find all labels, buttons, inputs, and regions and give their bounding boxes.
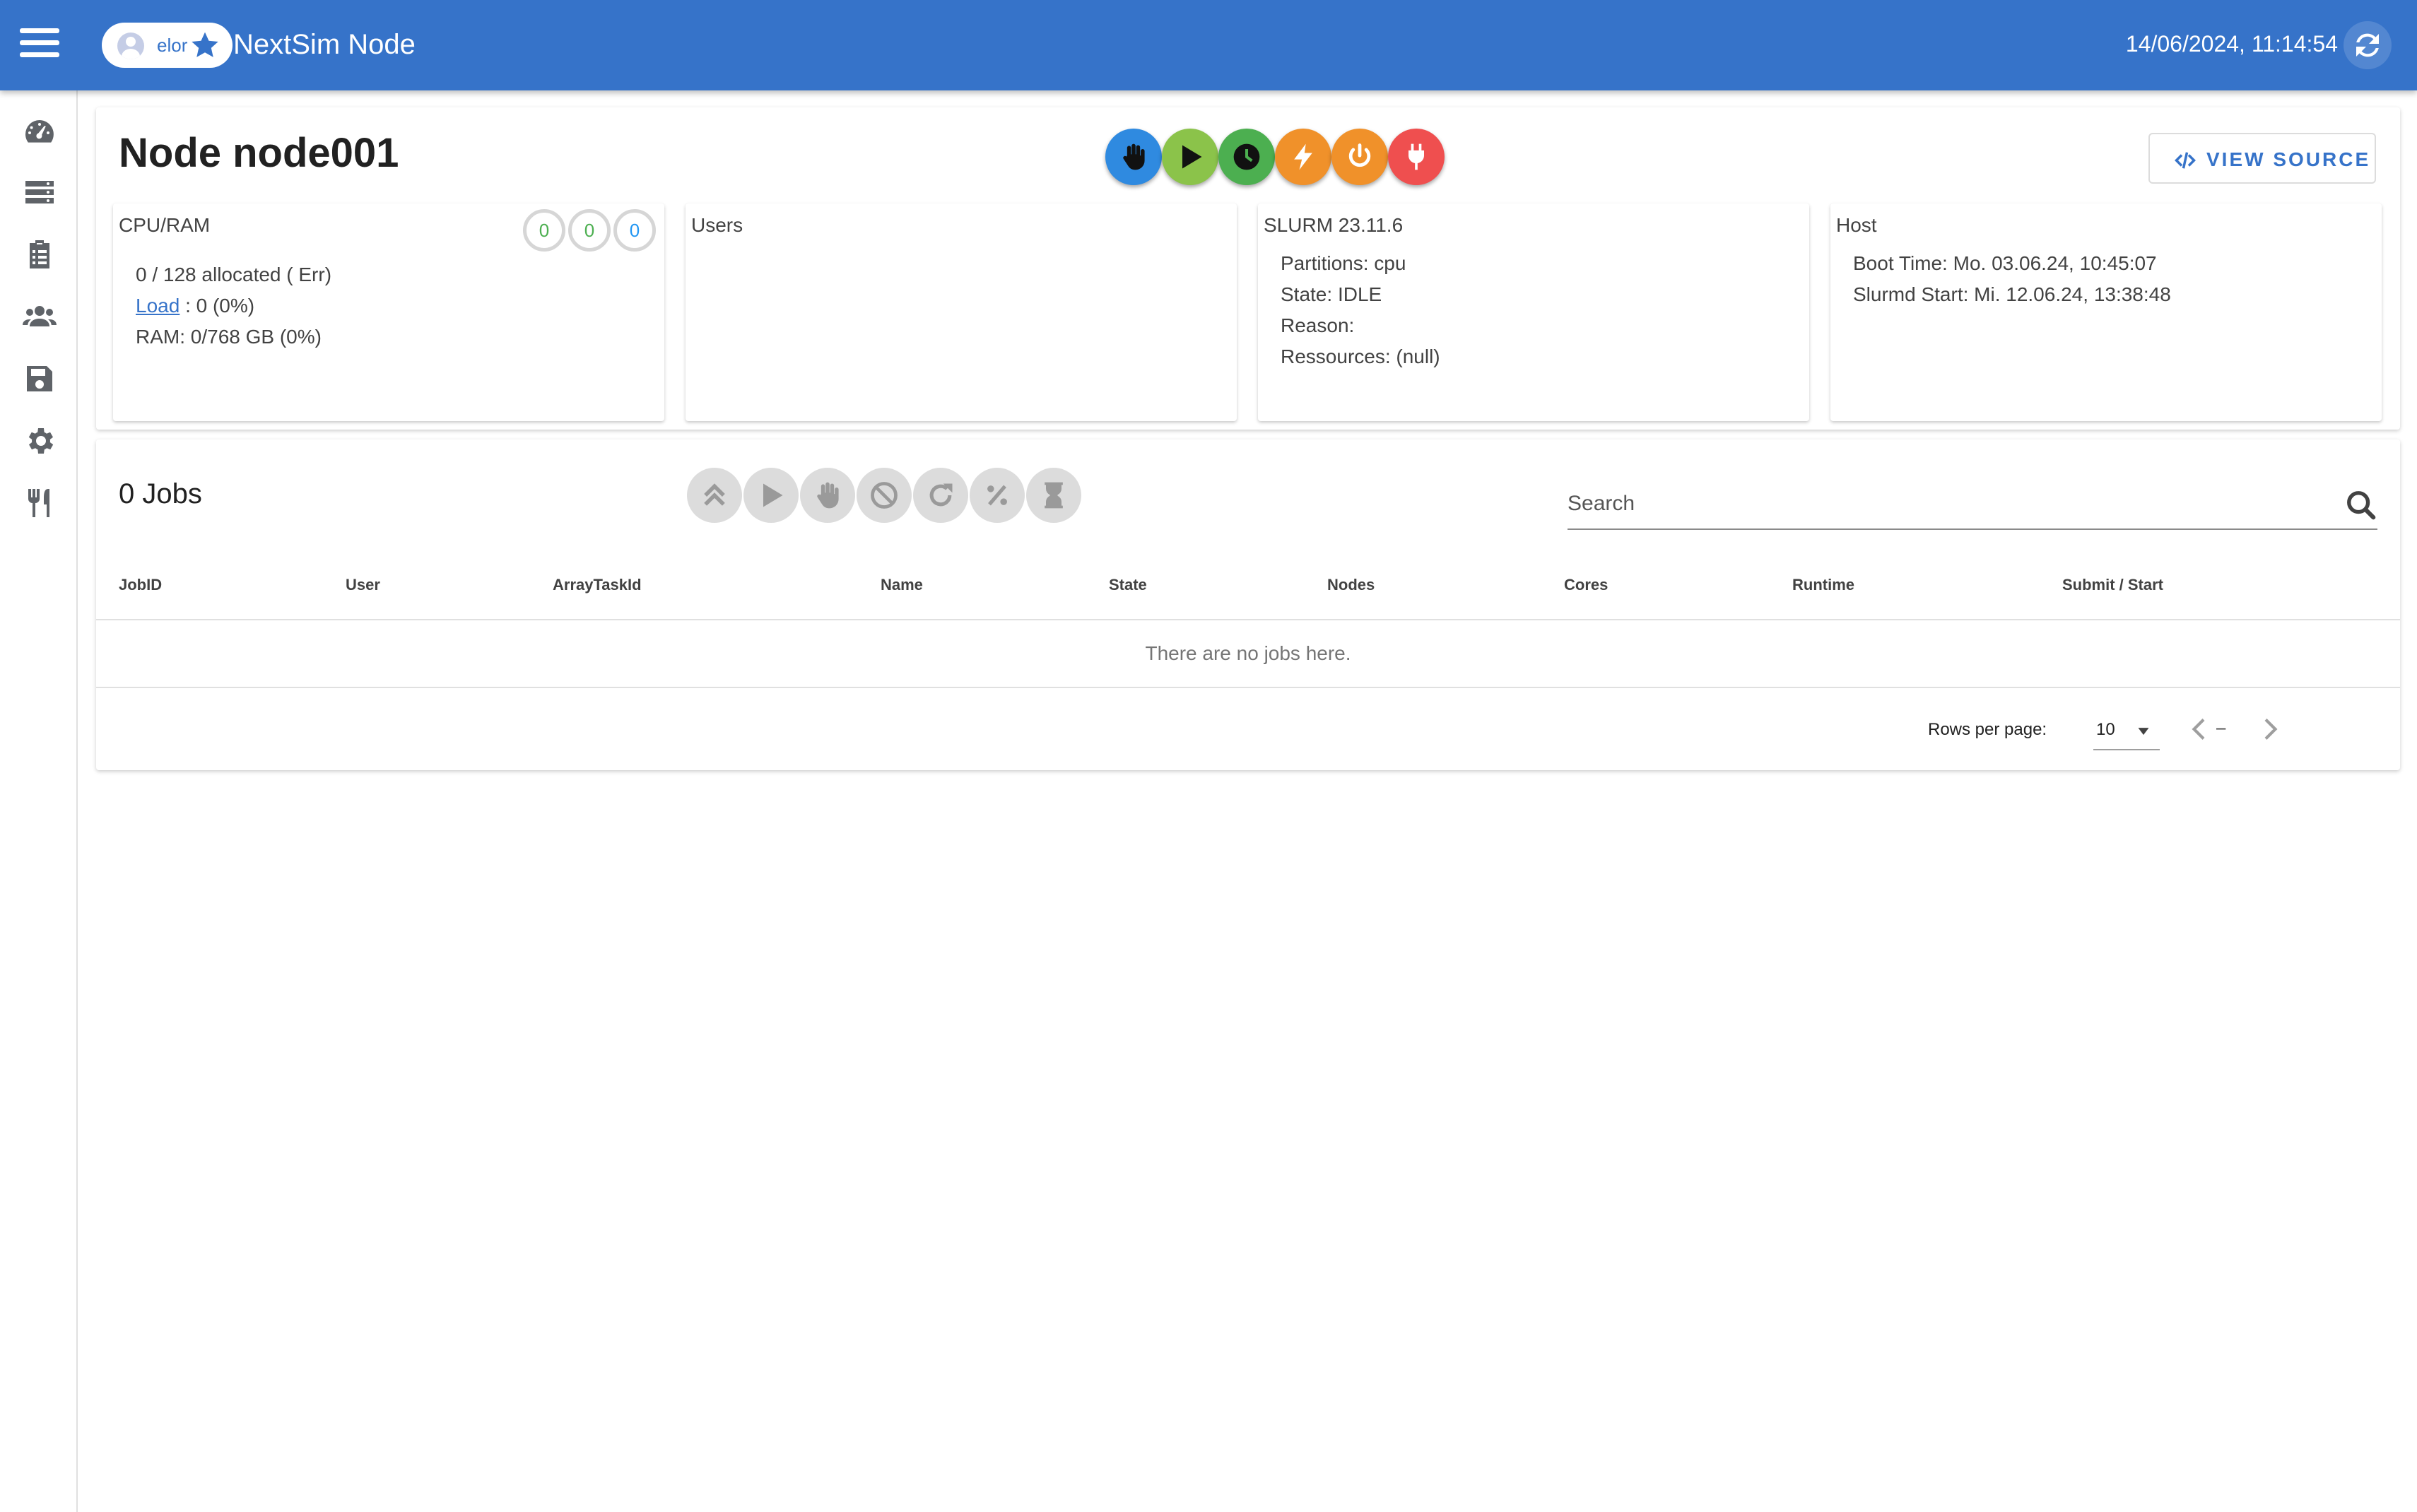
column-header-jobid[interactable]: JobID: [119, 575, 162, 595]
slurm-resources: Ressources: (null): [1281, 345, 1440, 367]
column-header-submit-start[interactable]: Submit / Start: [2062, 575, 2163, 595]
users-panel: Users: [686, 203, 1237, 421]
jobs-card: 0 Jobs Search JobID User ArrayTaskId Nam…: [96, 439, 2400, 770]
host-boot-time: Boot Time: Mo. 03.06.24, 10:45:07: [1853, 252, 2157, 274]
users-title: Users: [691, 214, 743, 236]
users-icon[interactable]: [23, 300, 57, 333]
column-header-state[interactable]: State: [1109, 575, 1147, 595]
reservation-button[interactable]: [1218, 129, 1275, 185]
hand-icon: [1123, 143, 1145, 170]
host-slurmd-start: Slurmd Start: Mi. 12.06.24, 13:38:48: [1853, 283, 2171, 305]
jobs-icon[interactable]: [23, 237, 57, 271]
start-job-button[interactable]: [743, 468, 799, 523]
plug-icon: [1409, 143, 1424, 170]
search-field[interactable]: [1568, 479, 2377, 530]
chevron-down-icon: [2138, 728, 2149, 736]
restaurant-icon[interactable]: [23, 486, 57, 520]
column-header-cores[interactable]: Cores: [1564, 575, 1608, 595]
load-value: : 0 (0%): [180, 295, 255, 317]
previous-page-button[interactable]: [2178, 708, 2221, 750]
code-icon: [2175, 152, 2196, 169]
avatar-icon: [117, 33, 144, 59]
requeue-job-button[interactable]: [913, 468, 968, 523]
resume-button[interactable]: [1162, 129, 1218, 185]
load-link[interactable]: Load: [136, 295, 180, 317]
host-title: Host: [1836, 214, 1877, 236]
cancel-icon: [871, 482, 898, 509]
empty-message: There are no jobs here.: [1145, 642, 1351, 664]
slurm-state: State: IDLE: [1281, 283, 1382, 305]
rows-per-page-value: 10: [2096, 720, 2115, 739]
slurm-partitions: Partitions: cpu: [1281, 252, 1406, 274]
status-badge: 0: [613, 209, 656, 252]
hourglass-icon: [1045, 482, 1063, 509]
dashboard-icon[interactable]: [23, 114, 57, 148]
slurm-title: SLURM 23.11.6: [1264, 214, 1404, 236]
nodes-icon[interactable]: [23, 175, 57, 209]
slurm-reason: Reason:: [1281, 314, 1355, 336]
header-divider: [96, 619, 2400, 620]
column-header-user[interactable]: User: [346, 575, 380, 595]
footer-divider: [96, 687, 2400, 688]
cpu-allocated: 0 / 128 allocated ( Err): [136, 264, 332, 285]
load-line: Load : 0 (0%): [136, 294, 254, 318]
reboot-button[interactable]: [1275, 129, 1331, 185]
priority-up-button[interactable]: [687, 468, 742, 523]
search-input[interactable]: [1568, 486, 2317, 521]
current-datetime: 14/06/2024, 11:14:54: [2125, 31, 2338, 57]
power-button[interactable]: [1331, 129, 1388, 185]
requeue-icon: [929, 483, 953, 507]
cpu-ram-panel: CPU/RAM 0 0 0 0 / 128 allocated ( Err) L…: [113, 203, 664, 421]
drain-button[interactable]: [1105, 129, 1162, 185]
node-card: Node node001 VIEW SOURCE CPU/RAM 0 0 0 0…: [96, 107, 2400, 430]
jobs-title: 0 Jobs: [119, 478, 202, 509]
search-icon[interactable]: [2345, 489, 2377, 521]
rows-per-page-label: Rows per page:: [1928, 720, 2047, 739]
host-panel: Host Boot Time: Mo. 03.06.24, 10:45:07 S…: [1830, 203, 2382, 421]
slurm-panel: SLURM 23.11.6 Partitions: cpu State: IDL…: [1258, 203, 1809, 421]
time-limit-button[interactable]: [1026, 468, 1081, 523]
app-bar: elor NextSim Node 14/06/2024, 11:14:54: [0, 0, 2417, 90]
column-header-name[interactable]: Name: [881, 575, 923, 595]
refresh-button[interactable]: [2344, 21, 2392, 69]
priority-up-icon: [704, 483, 725, 506]
view-source-button[interactable]: VIEW SOURCE: [2148, 133, 2376, 184]
settings-icon[interactable]: [23, 424, 57, 458]
refresh-icon: [2356, 33, 2379, 57]
percent-button[interactable]: [970, 468, 1025, 523]
status-badge: 0: [523, 209, 565, 252]
hand-icon: [817, 482, 839, 509]
percent-icon: [987, 485, 1007, 506]
page-title: Node node001: [119, 130, 399, 176]
user-name: elor: [157, 35, 188, 56]
cpu-ram-title: CPU/RAM: [119, 214, 211, 236]
play-icon: [763, 483, 783, 507]
clock-icon: [1233, 143, 1260, 170]
column-header-nodes[interactable]: Nodes: [1327, 575, 1375, 595]
app-title: NextSim Node: [233, 29, 416, 60]
bolt-icon: [1294, 143, 1312, 170]
play-icon: [1182, 145, 1202, 169]
rows-per-page-select[interactable]: 10: [2093, 711, 2160, 750]
user-chip[interactable]: elor: [102, 23, 233, 68]
column-header-arraytaskid[interactable]: ArrayTaskId: [553, 575, 642, 595]
plug-button[interactable]: [1388, 129, 1445, 185]
next-page-button[interactable]: [2249, 708, 2291, 750]
storage-icon[interactable]: [23, 362, 57, 396]
cancel-job-button[interactable]: [857, 468, 912, 523]
star-icon: [192, 32, 218, 57]
power-icon: [1348, 143, 1371, 167]
chevron-right-icon: [2264, 719, 2278, 740]
ram-usage: RAM: 0/768 GB (0%): [136, 326, 322, 348]
sidebar: [0, 90, 78, 1512]
column-header-runtime[interactable]: Runtime: [1792, 575, 1854, 595]
menu-icon[interactable]: [20, 28, 59, 62]
view-source-label: VIEW SOURCE: [2206, 148, 2371, 170]
hold-job-button[interactable]: [800, 468, 855, 523]
chevron-left-icon: [2192, 719, 2205, 740]
status-badge: 0: [568, 209, 611, 252]
